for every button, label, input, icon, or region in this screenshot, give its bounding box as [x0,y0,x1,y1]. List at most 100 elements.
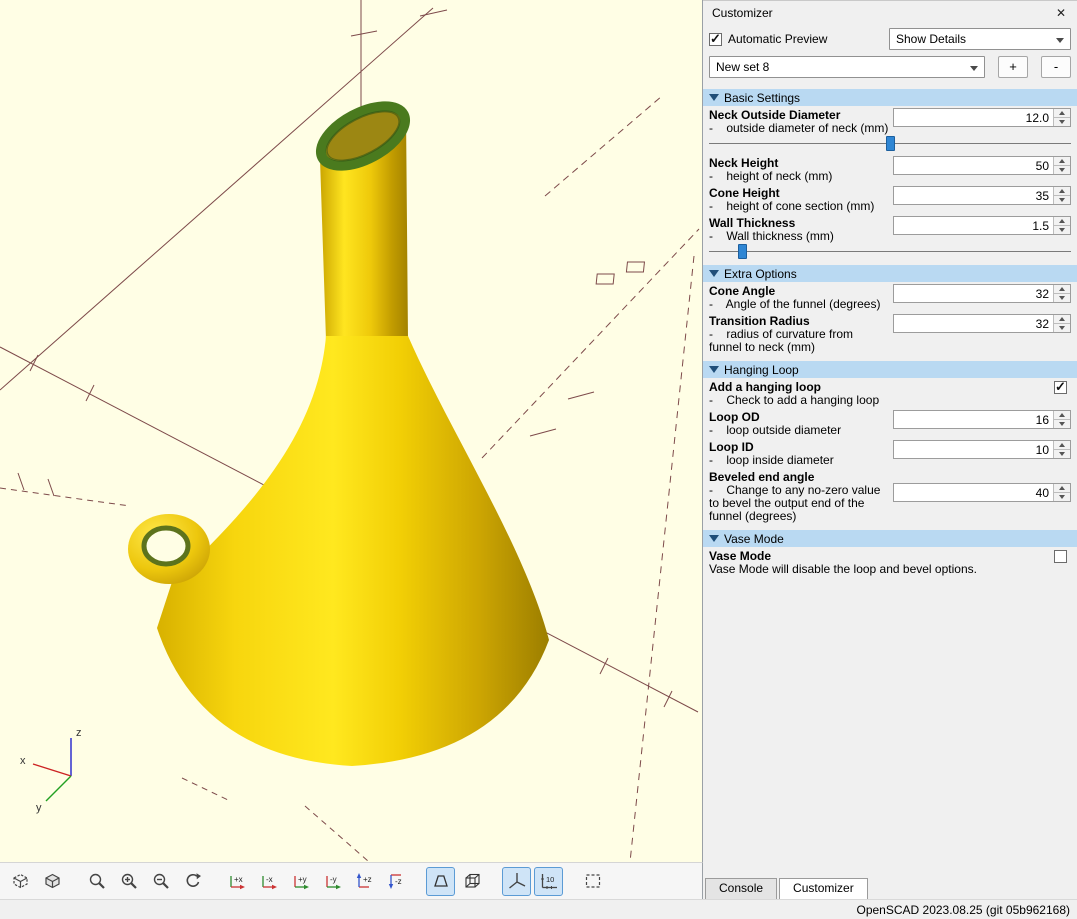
preview-icon[interactable] [6,867,35,896]
cone-height-input[interactable]: 35 [893,186,1071,205]
param-name: Beveled end angle [709,470,889,484]
param-name: Wall Thickness [709,216,889,230]
svg-text:-z: -z [395,877,402,886]
section-header-hanging-loop[interactable]: Hanging Loop [703,361,1077,378]
3d-canvas[interactable]: x y z [0,0,703,862]
section-header-basic-settings[interactable]: Basic Settings [703,89,1077,106]
spin-up-icon[interactable] [1053,411,1070,419]
svg-text:+y: +y [298,875,307,884]
customizer-panel: Customizer ✕ Automatic Preview Show Deta… [703,0,1077,899]
axis-indicator: x y z [20,727,82,814]
spin-up-icon[interactable] [1053,187,1070,195]
status-text: OpenSCAD 2023.08.25 (git 05b962168) [857,903,1071,917]
view-top-icon[interactable]: +z [350,867,379,896]
orthogonal-view-icon[interactable] [458,867,487,896]
slider-handle[interactable] [738,244,747,259]
param-desc: - Angle of the funnel (degrees) [709,298,889,311]
param-desc: - radius of curvature from funnel to nec… [709,328,889,354]
param-add-hanging-loop: Add a hanging loop - Check to add a hang… [703,378,1077,408]
panel-titlebar: Customizer ✕ [703,1,1077,25]
view-bottom-icon[interactable]: -z [382,867,411,896]
spin-down-icon[interactable] [1053,195,1070,204]
wall-thickness-slider[interactable] [709,244,1071,259]
section-header-extra-options[interactable]: Extra Options [703,265,1077,282]
funnel-model [128,94,549,766]
scale-markers-icon[interactable]: 10 [534,867,563,896]
loop-id-input[interactable]: 10 [893,440,1071,459]
wall-thickness-input[interactable]: 1.5 [893,216,1071,235]
neck-outside-diameter-slider[interactable] [709,136,1071,151]
add-preset-button[interactable]: + [998,56,1028,78]
spin-down-icon[interactable] [1053,165,1070,174]
param-desc: Vase Mode will disable the loop and beve… [709,563,1051,576]
vase-mode-checkbox[interactable] [1054,550,1067,563]
perspective-view-icon[interactable] [426,867,455,896]
preset-select[interactable]: New set 8 [709,56,985,78]
transition-radius-input[interactable]: 32 [893,314,1071,333]
spin-down-icon[interactable] [1053,449,1070,458]
add-hanging-loop-checkbox[interactable] [1054,381,1067,394]
spin-up-icon[interactable] [1053,217,1070,225]
panel-title: Customizer [712,6,773,20]
cone-angle-input[interactable]: 32 [893,284,1071,303]
view-front-icon[interactable]: +y [286,867,315,896]
spin-up-icon[interactable] [1053,157,1070,165]
zoom-all-icon[interactable] [82,867,111,896]
preset-value: New set 8 [716,60,769,74]
zoom-out-icon[interactable] [146,867,175,896]
slider-handle[interactable] [886,136,895,151]
reset-view-icon[interactable] [178,867,207,896]
param-name: Transition Radius [709,314,889,328]
param-desc: - height of neck (mm) [709,170,889,183]
svg-text:-x: -x [266,875,273,884]
svg-text:10: 10 [546,875,554,884]
show-details-value: Show Details [896,32,966,46]
spin-down-icon[interactable] [1053,117,1070,126]
hanging-loop-hole [144,528,188,564]
spin-down-icon[interactable] [1053,492,1070,501]
param-desc: - loop inside diameter [709,454,889,467]
show-details-select[interactable]: Show Details [889,28,1071,50]
beveled-end-angle-input[interactable]: 40 [893,483,1071,502]
section-header-vase-mode[interactable]: Vase Mode [703,530,1077,547]
spin-up-icon[interactable] [1053,109,1070,117]
svg-text:-y: -y [330,875,337,884]
spin-up-icon[interactable] [1053,484,1070,492]
automatic-preview-checkbox[interactable] [709,33,722,46]
param-desc: - loop outside diameter [709,424,889,437]
view-left-icon[interactable]: -x [254,867,283,896]
tab-customizer[interactable]: Customizer [779,878,868,899]
param-name: Loop ID [709,440,889,454]
automatic-preview-label: Automatic Preview [728,32,827,46]
spin-up-icon[interactable] [1053,285,1070,293]
view-back-icon[interactable]: -y [318,867,347,896]
remove-preset-button[interactable]: - [1041,56,1071,78]
neck-outside-diameter-input[interactable]: 12.0 [893,108,1071,127]
spin-down-icon[interactable] [1053,225,1070,234]
param-name: Vase Mode [709,549,1071,563]
view-right-icon[interactable]: +x [222,867,251,896]
spin-down-icon[interactable] [1053,419,1070,428]
param-name: Add a hanging loop [709,380,889,394]
measure-icon[interactable] [578,867,607,896]
svg-text:+z: +z [363,875,372,884]
param-name: Neck Outside Diameter [709,108,889,122]
spin-up-icon[interactable] [1053,315,1070,323]
render-icon[interactable] [38,867,67,896]
param-name: Cone Angle [709,284,889,298]
param-cone-height: Cone Height - height of cone section (mm… [703,184,1077,214]
show-axes-icon[interactable] [502,867,531,896]
close-icon[interactable]: ✕ [1054,6,1068,20]
zoom-in-icon[interactable] [114,867,143,896]
section-title: Vase Mode [724,532,784,546]
spin-down-icon[interactable] [1053,323,1070,332]
tab-console[interactable]: Console [705,878,777,899]
spin-down-icon[interactable] [1053,293,1070,302]
param-loop-id: Loop ID - loop inside diameter 10 [703,438,1077,468]
collapse-triangle-icon [709,94,719,101]
3d-viewport[interactable]: x y z [0,0,703,862]
neck-height-input[interactable]: 50 [893,156,1071,175]
loop-od-input[interactable]: 16 [893,410,1071,429]
axis-label-x: x [20,755,26,767]
spin-up-icon[interactable] [1053,441,1070,449]
